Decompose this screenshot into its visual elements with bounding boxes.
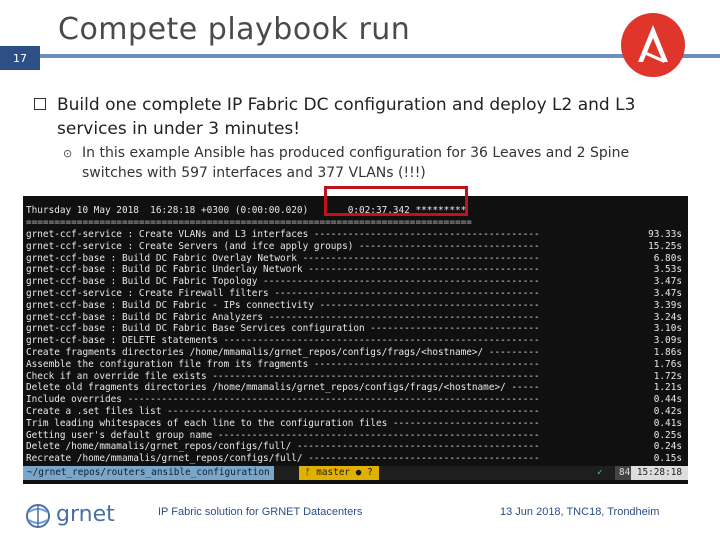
task-name: Delete /home/mmamalis/grnet_repos/config… (26, 441, 540, 453)
terminal-task-row: grnet-ccf-base : Build DC Fabric - IPs c… (26, 300, 686, 312)
status-path: ~/grnet_repos/routers_ansible_configurat… (23, 466, 274, 480)
bullet-square-icon (34, 98, 46, 110)
task-duration: 93.33s (648, 229, 682, 240)
ansible-logo-icon (621, 13, 685, 77)
task-duration: 6.80s (653, 252, 682, 264)
task-duration: 15.25s (648, 240, 682, 252)
task-duration: 3.53s (653, 264, 682, 276)
task-name: grnet-ccf-service : Create Servers (and … (26, 240, 540, 252)
task-duration: 0.24s (653, 441, 682, 453)
task-duration: 0.44s (653, 394, 682, 406)
terminal-task-row: Trim leading whitespaces of each line to… (26, 418, 686, 430)
task-duration: 1.72s (653, 370, 682, 382)
terminal-task-row: Getting user's default group name ------… (26, 430, 686, 442)
task-duration: 0.25s (653, 429, 682, 441)
title-rule (40, 54, 720, 58)
task-duration: 1.86s (653, 347, 682, 358)
task-duration: 3.24s (653, 311, 682, 323)
bullet-main-text: Build one complete IP Fabric DC configur… (57, 95, 636, 139)
task-duration: 1.21s (653, 382, 682, 394)
terminal-task-row: Include overrides ----------------------… (26, 394, 686, 406)
task-duration: 3.47s (653, 288, 682, 299)
task-duration: 0.42s (653, 406, 682, 417)
task-name: Getting user's default group name ------… (26, 429, 540, 441)
task-duration: 0.15s (653, 453, 682, 465)
task-name: grnet-ccf-base : DELETE statements -----… (26, 335, 540, 347)
task-name: Create a .set files list ---------------… (26, 406, 540, 417)
task-name: Include overrides ----------------------… (26, 394, 540, 406)
status-clock: 15:28:18 (630, 466, 688, 480)
task-name: grnet-ccf-base : Build DC Fabric Topolog… (26, 276, 540, 288)
task-name: grnet-ccf-service : Create Firewall filt… (26, 288, 540, 299)
task-duration: 3.47s (653, 276, 682, 288)
task-name: Recreate /home/mmamalis/grnet_repos/conf… (26, 453, 540, 465)
terminal-task-row: grnet-ccf-base : Build DC Fabric Topolog… (26, 276, 686, 288)
task-name: grnet-ccf-base : Build DC Fabric - IPs c… (26, 299, 540, 311)
terminal-task-row: Create a .set files list ---------------… (26, 406, 686, 418)
elapsed-time-highlight (324, 186, 468, 216)
terminal-task-row: Delete old fragments directories /home/m… (26, 382, 686, 394)
terminal-task-row: Delete /home/mmamalis/grnet_repos/config… (26, 441, 686, 453)
footer-center-text: IP Fabric solution for GRNET Datacenters (158, 506, 363, 518)
footer-right-text: 13 Jun 2018, TNC18, Trondheim (500, 506, 660, 518)
task-name: Create fragments directories /home/mmama… (26, 347, 540, 358)
task-duration: 3.39s (653, 299, 682, 311)
terminal-task-row: grnet-ccf-service : Create VLANs and L3 … (26, 229, 686, 241)
task-duration: 1.76s (653, 358, 682, 370)
terminal-task-row: grnet-ccf-base : Build DC Fabric Analyze… (26, 312, 686, 324)
bullet-sub-text: In this example Ansible has produced con… (82, 145, 630, 181)
task-name: Check if an override file exists -------… (26, 370, 540, 382)
task-name: grnet-ccf-base : Build DC Fabric Underla… (26, 264, 540, 276)
terminal-screenshot: Thursday 10 May 2018 16:28:18 +0300 (0:0… (23, 196, 688, 484)
slide-title: Compete playbook run (58, 12, 411, 47)
task-name: Trim leading whitespaces of each line to… (26, 417, 540, 429)
grnet-logo-text: grnet (56, 502, 115, 527)
terminal-task-row: Assemble the configuration file from its… (26, 359, 686, 371)
shell-status-bar: ~/grnet_repos/routers_ansible_configurat… (23, 466, 688, 480)
task-name: grnet-ccf-base : Build DC Fabric Analyze… (26, 311, 540, 323)
terminal-task-row: Create fragments directories /home/mmama… (26, 347, 686, 359)
task-name: Assemble the configuration file from its… (26, 358, 540, 370)
task-duration: 3.10s (653, 323, 682, 335)
terminal-task-row: grnet-ccf-base : DELETE statements -----… (26, 335, 686, 347)
status-branch: ᚠ master ● ? (299, 466, 379, 480)
task-name: grnet-ccf-base : Build DC Fabric Base Se… (26, 323, 540, 335)
terminal-task-row: grnet-ccf-service : Create Servers (and … (26, 241, 686, 253)
status-check-icon: ✓ (597, 467, 603, 478)
terminal-task-row: Check if an override file exists -------… (26, 371, 686, 383)
task-name: grnet-ccf-service : Create VLANs and L3 … (26, 229, 540, 240)
task-name: grnet-ccf-base : Build DC Fabric Overlay… (26, 252, 540, 264)
slide-number: 17 (0, 46, 40, 70)
task-duration: 0.41s (653, 417, 682, 429)
terminal-task-row: grnet-ccf-base : Build DC Fabric Overlay… (26, 253, 686, 265)
bullet-circle-icon: ⊙ (63, 147, 73, 160)
task-duration: 3.09s (653, 335, 682, 347)
terminal-task-row: grnet-ccf-base : Build DC Fabric Base Se… (26, 323, 686, 335)
terminal-task-row: Recreate /home/mmamalis/grnet_repos/conf… (26, 453, 686, 465)
terminal-separator: ========================================… (26, 217, 472, 228)
terminal-task-row: grnet-ccf-service : Create Firewall filt… (26, 288, 686, 300)
terminal-task-row: grnet-ccf-base : Build DC Fabric Underla… (26, 264, 686, 276)
task-name: Delete old fragments directories /home/m… (26, 382, 540, 394)
